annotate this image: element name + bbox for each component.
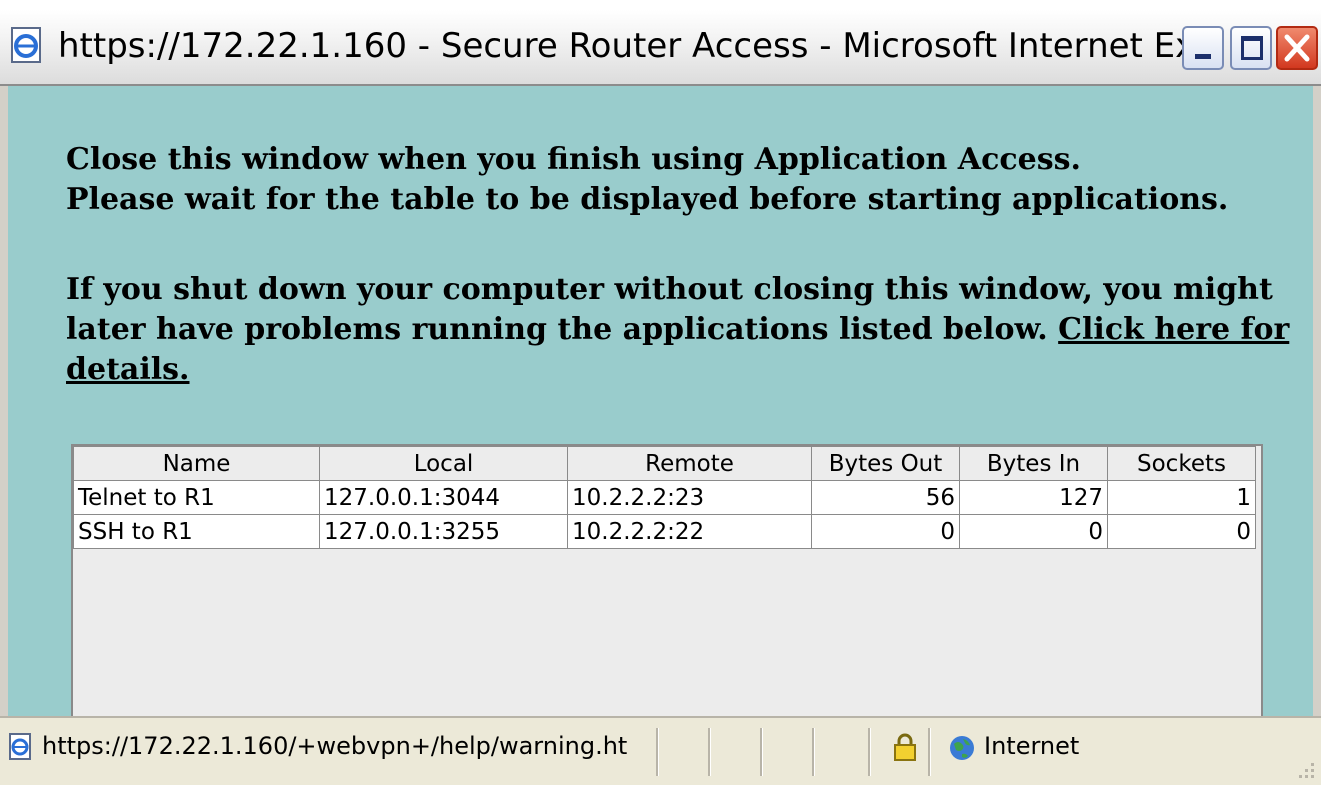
page-content: Close this window when you finish using … [0,86,1321,716]
column-header-bytes-in[interactable]: Bytes In [959,446,1108,481]
column-header-local[interactable]: Local [319,446,568,481]
warning-line-2-text: later have problems running the applicat… [66,312,1059,347]
window-title: https://172.22.1.160 - Secure Router Acc… [58,26,1228,66]
application-grid: Name Local Remote Bytes Out Bytes In Soc… [73,446,1256,549]
warning-line-2: later have problems running the applicat… [66,310,1289,350]
browser-window: https://172.22.1.160 - Secure Router Acc… [0,10,1321,785]
title-bar[interactable]: https://172.22.1.160 - Secure Router Acc… [0,10,1321,86]
status-separator [760,728,763,776]
status-bar: https://172.22.1.160/+webvpn+/help/warni… [0,716,1321,785]
cell-name: SSH to R1 [73,514,320,549]
globe-icon [950,736,974,760]
minimize-icon [1195,54,1211,59]
details-link-continued[interactable]: details. [66,352,190,387]
resize-grip-icon[interactable] [1291,755,1317,781]
cell-local: 127.0.0.1:3255 [319,514,568,549]
minimize-button[interactable] [1182,26,1224,70]
cell-remote: 10.2.2.2:22 [567,514,812,549]
warning-line-3: details. [66,350,190,390]
column-header-bytes-out[interactable]: Bytes Out [811,446,960,481]
column-header-name[interactable]: Name [73,446,320,481]
cell-bytes-in: 127 [959,480,1108,515]
cell-bytes-out: 56 [811,480,960,515]
warning-line-1: If you shut down your computer without c… [66,272,1273,307]
instruction-line-1: Close this window when you finish using … [66,142,1081,177]
status-separator [656,728,659,776]
status-separator [708,728,711,776]
cell-sockets: 0 [1107,514,1256,549]
cell-bytes-in: 0 [959,514,1108,549]
table-row[interactable]: Telnet to R1 127.0.0.1:3044 10.2.2.2:23 … [73,480,1256,515]
ie-page-icon [9,733,31,760]
cell-sockets: 1 [1107,480,1256,515]
maximize-button[interactable] [1230,26,1272,70]
instruction-line-2: Please wait for the table to be displaye… [66,182,1229,217]
cell-name: Telnet to R1 [73,480,320,515]
status-url: https://172.22.1.160/+webvpn+/help/warni… [42,732,628,760]
status-separator [928,728,931,776]
cell-remote: 10.2.2.2:23 [567,480,812,515]
close-button[interactable] [1276,26,1318,70]
close-icon [1284,34,1310,62]
status-separator [812,728,815,776]
table-row[interactable]: SSH to R1 127.0.0.1:3255 10.2.2.2:22 0 0… [73,514,1256,549]
column-header-sockets[interactable]: Sockets [1107,446,1256,481]
status-separator [868,728,871,776]
lock-icon[interactable] [892,732,918,762]
ie-page-icon [11,27,41,63]
details-link[interactable]: Click here for [1058,312,1289,347]
application-table: Name Local Remote Bytes Out Bytes In Soc… [71,444,1263,716]
column-header-remote[interactable]: Remote [567,446,812,481]
maximize-icon [1241,36,1263,60]
security-zone: Internet [984,732,1080,760]
table-header-row: Name Local Remote Bytes Out Bytes In Soc… [73,446,1256,481]
cell-local: 127.0.0.1:3044 [319,480,568,515]
cell-bytes-out: 0 [811,514,960,549]
